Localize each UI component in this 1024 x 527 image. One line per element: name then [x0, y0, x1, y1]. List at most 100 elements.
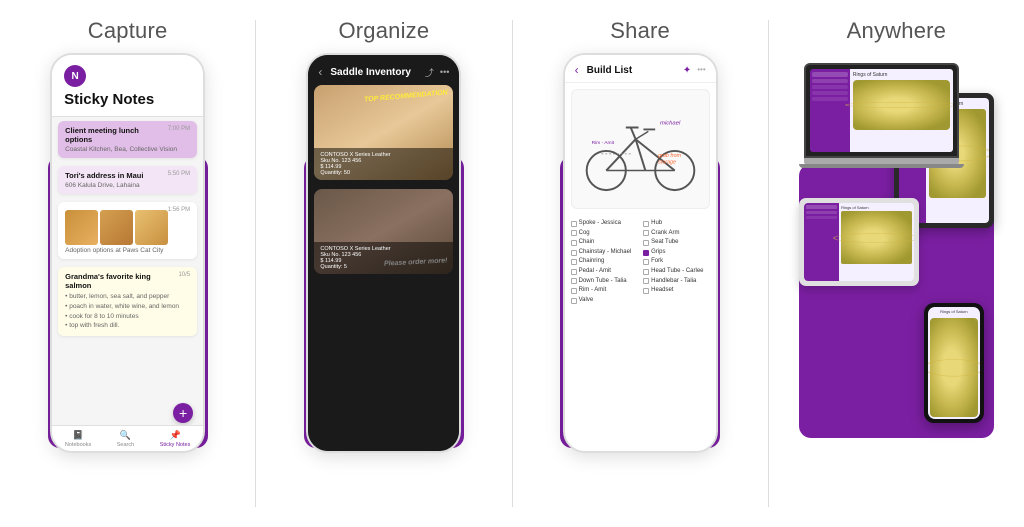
- share-section: Share ‹ Build List ✦ •••: [513, 0, 768, 527]
- share-phone-frame: ‹ Build List ✦ •••: [563, 53, 718, 453]
- share-action-star[interactable]: ✦: [683, 65, 691, 76]
- build-label-crankarm: Crank Arm: [651, 229, 679, 239]
- tablet-small-saturn-ring: [833, 233, 914, 243]
- build-label-chain: Chain: [579, 238, 595, 248]
- svg-text:Rim - Amit: Rim - Amit: [591, 140, 614, 146]
- note-subtitle-3: Adoption options at Paws Cat City: [65, 247, 190, 254]
- saddle-image-top: TOP RECOMMENDATION CONTOSO X Series Leat…: [314, 85, 453, 180]
- checkbox-chainring[interactable]: [571, 259, 577, 265]
- note-subtitle-1: Coastal Kitchen, Bea, Collective Vision: [65, 146, 190, 153]
- build-item-chainstay: Chainstay - Michael: [571, 248, 638, 258]
- fab-button[interactable]: +: [173, 403, 193, 423]
- build-item-seattube: Seat Tube: [643, 238, 710, 248]
- laptop-content-title: Rings of Saturn: [853, 72, 950, 78]
- build-label-hub: Hub: [651, 219, 662, 229]
- checkbox-seattube[interactable]: [643, 240, 649, 246]
- checkbox-rim[interactable]: [571, 288, 577, 294]
- org-back-icon[interactable]: ‹: [318, 65, 322, 79]
- nav-notebooks[interactable]: 📓 Notebooks: [65, 429, 91, 448]
- laptop-screen-content: Rings of Saturn: [810, 69, 953, 152]
- app-icon: N: [64, 65, 86, 87]
- note-item-3[interactable]: 1:56 PM Adoption options at Paws Cat Cit…: [58, 202, 197, 259]
- build-label-chainstay: Chainstay - Michael: [579, 248, 632, 258]
- note-item-4[interactable]: 10/5 Grandma's favorite king salmon • bu…: [58, 267, 197, 336]
- note-subtitle-2: 606 Kalula Drive, Lahaina: [65, 182, 190, 189]
- tablet-small-device: Rings of Saturn: [799, 198, 919, 286]
- share-icon[interactable]: ⤴: [425, 66, 434, 79]
- share-action-more[interactable]: •••: [697, 65, 705, 76]
- tablet-small-sidebar: [804, 203, 839, 281]
- org-app-title: Saddle Inventory: [330, 67, 417, 78]
- build-item-rim: Rim - Amit: [571, 286, 638, 296]
- checkbox-chainstay[interactable]: [571, 250, 577, 256]
- devices-wrapper: Rings of Saturn: [799, 58, 994, 438]
- phone-small-screen: Rings of Saturn: [928, 307, 980, 419]
- note-item-2[interactable]: 5:50 PM Tori's address in Maui 606 Kalul…: [58, 166, 197, 194]
- checkbox-hub[interactable]: [643, 221, 649, 227]
- build-item-valve: Valve: [571, 296, 638, 306]
- laptop-sidebar: [810, 69, 850, 152]
- checkbox-spoke[interactable]: [571, 221, 577, 227]
- main-container: Capture N Sticky Notes 7:00 PM Client me…: [0, 0, 1024, 527]
- share-actions: ✦ •••: [683, 65, 706, 76]
- checkbox-chain[interactable]: [571, 240, 577, 246]
- build-item-crankarm: Crank Arm: [643, 229, 710, 239]
- checkbox-valve[interactable]: [571, 298, 577, 304]
- nav-search-label: Search: [117, 442, 134, 448]
- build-label-fork: Fork: [651, 257, 663, 267]
- laptop-base: [799, 164, 964, 168]
- share-back-icon[interactable]: ‹: [575, 63, 579, 77]
- nav-search[interactable]: 🔍 Search: [117, 429, 134, 448]
- tablet-small-content: Rings of Saturn: [839, 203, 914, 281]
- build-item-pedal: Pedal - Amit: [571, 267, 638, 277]
- checkbox-headset[interactable]: [643, 288, 649, 294]
- build-label-handlebar: Handlebar - Talia: [651, 277, 696, 287]
- checkbox-grips[interactable]: [643, 250, 649, 256]
- bike-svg: michael Rim - Amit grab from storage: [572, 90, 709, 208]
- phone-small-saturn: [930, 318, 978, 417]
- search-icon: 🔍: [119, 429, 131, 441]
- note-time-1: 7:00 PM: [168, 126, 190, 132]
- org-actions: ⤴ •••: [425, 66, 449, 79]
- sticky-notes-app: N Sticky Notes 7:00 PM Client meeting lu…: [52, 55, 203, 451]
- product-qty-2: Quantity: 5: [320, 264, 447, 270]
- anywhere-section: Anywhere: [769, 0, 1024, 527]
- organize-section: Organize ‹ Saddle Inventory ⤴ ••• T: [256, 0, 511, 527]
- laptop-device: Rings of Saturn: [804, 63, 964, 168]
- checkbox-handlebar[interactable]: [643, 278, 649, 284]
- laptop-screen-frame: Rings of Saturn: [804, 63, 959, 158]
- nav-stickynotes-label: Sticky Notes: [160, 442, 191, 448]
- build-item-spoke: Spoke - Jessica: [571, 219, 638, 229]
- capture-title: Capture: [88, 18, 168, 44]
- build-item-cog: Cog: [571, 229, 638, 239]
- note-item-1[interactable]: 7:00 PM Client meeting lunch options Coa…: [58, 121, 197, 158]
- note-time-4: 10/5: [178, 272, 190, 278]
- checkbox-pedal[interactable]: [571, 269, 577, 275]
- note-time-3: 1:56 PM: [168, 207, 190, 213]
- share-app: ‹ Build List ✦ •••: [565, 55, 716, 451]
- checkbox-fork[interactable]: [643, 259, 649, 265]
- laptop-content-area: Rings of Saturn: [850, 69, 953, 152]
- share-app-title: Build List: [587, 65, 675, 76]
- note-title-4: Grandma's favorite king salmon: [65, 272, 190, 290]
- capture-section: Capture N Sticky Notes 7:00 PM Client me…: [0, 0, 255, 527]
- build-label-spoke: Spoke - Jessica: [579, 219, 621, 229]
- build-item-hub: Hub: [643, 219, 710, 229]
- nav-sticky-notes[interactable]: 📌 Sticky Notes: [160, 429, 191, 448]
- build-item-headtube: Head Tube - Carlee: [643, 267, 710, 277]
- capture-phone-area: N Sticky Notes 7:00 PM Client meeting lu…: [48, 58, 208, 448]
- build-label-seattube: Seat Tube: [651, 238, 678, 248]
- organize-title: Organize: [338, 18, 429, 44]
- build-label-chainring: Chainring: [579, 257, 605, 267]
- svg-text:michael: michael: [660, 121, 681, 127]
- tablet-small-screen: Rings of Saturn: [804, 203, 914, 281]
- build-item-downtube: Down Tube - Talia: [571, 277, 638, 287]
- org-header: ‹ Saddle Inventory ⤴ •••: [308, 55, 459, 85]
- checkbox-cog[interactable]: [571, 230, 577, 236]
- checkbox-downtube[interactable]: [571, 278, 577, 284]
- app-header: N Sticky Notes: [52, 55, 203, 117]
- more-icon[interactable]: •••: [440, 67, 449, 77]
- checkbox-crankarm[interactable]: [643, 230, 649, 236]
- checkbox-headtube[interactable]: [643, 269, 649, 275]
- saddle-image-bottom: Please order more! CONTOSO X Series Leat…: [314, 189, 453, 274]
